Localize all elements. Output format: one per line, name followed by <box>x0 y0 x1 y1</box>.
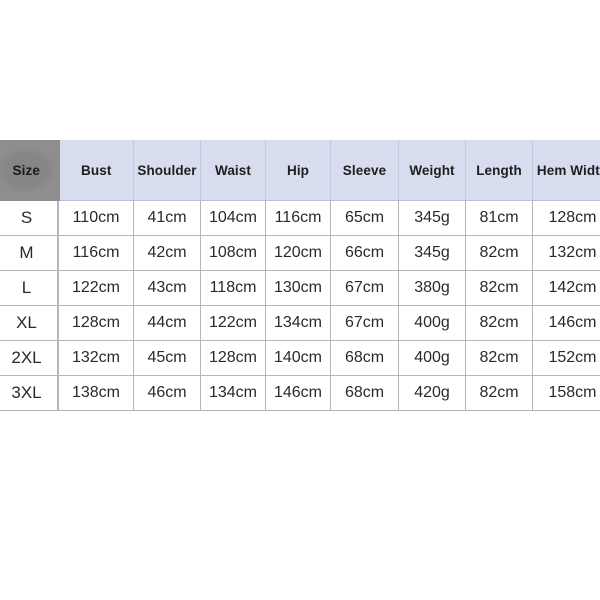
cell-bust: 132cm <box>58 340 134 376</box>
cell-weight: 400g <box>398 305 466 341</box>
table-row: S 110cm 41cm 104cm 116cm 65cm 345g 81cm … <box>0 200 600 236</box>
column-header-bust: Bust <box>58 140 134 201</box>
column-header-size: Size <box>0 140 60 201</box>
cell-hip: 134cm <box>265 305 331 341</box>
cell-hem-width: 128cm <box>532 200 600 236</box>
cell-sleeve: 65cm <box>330 200 399 236</box>
column-header-weight: Weight <box>398 140 466 201</box>
cell-weight: 345g <box>398 200 466 236</box>
cell-weight: 345g <box>398 235 466 271</box>
cell-size: 2XL <box>0 340 59 376</box>
cell-shoulder: 41cm <box>133 200 201 236</box>
cell-shoulder: 43cm <box>133 270 201 306</box>
cell-length: 82cm <box>465 375 533 411</box>
cell-hip: 130cm <box>265 270 331 306</box>
cell-shoulder: 44cm <box>133 305 201 341</box>
cell-length: 82cm <box>465 235 533 271</box>
cell-waist: 134cm <box>200 375 266 411</box>
cell-shoulder: 45cm <box>133 340 201 376</box>
table-row: 3XL 138cm 46cm 134cm 146cm 68cm 420g 82c… <box>0 375 600 411</box>
table-row: L 122cm 43cm 118cm 130cm 67cm 380g 82cm … <box>0 270 600 306</box>
cell-hem-width: 142cm <box>532 270 600 306</box>
cell-length: 82cm <box>465 270 533 306</box>
cell-bust: 138cm <box>58 375 134 411</box>
cell-waist: 122cm <box>200 305 266 341</box>
cell-waist: 118cm <box>200 270 266 306</box>
cell-hip: 140cm <box>265 340 331 376</box>
cell-bust: 110cm <box>58 200 134 236</box>
cell-sleeve: 66cm <box>330 235 399 271</box>
table-header: Size Bust Shoulder Waist Hip Sleeve Weig… <box>0 140 600 201</box>
cell-shoulder: 46cm <box>133 375 201 411</box>
cell-sleeve: 68cm <box>330 340 399 376</box>
cell-length: 81cm <box>465 200 533 236</box>
cell-weight: 380g <box>398 270 466 306</box>
column-header-waist: Waist <box>200 140 266 201</box>
cell-waist: 104cm <box>200 200 266 236</box>
column-header-hem-width: Hem Width <box>532 140 600 201</box>
cell-size: S <box>0 200 59 236</box>
cell-weight: 400g <box>398 340 466 376</box>
table-row: XL 128cm 44cm 122cm 134cm 67cm 400g 82cm… <box>0 305 600 341</box>
cell-hem-width: 158cm <box>532 375 600 411</box>
cell-hip: 120cm <box>265 235 331 271</box>
cell-bust: 122cm <box>58 270 134 306</box>
cell-bust: 116cm <box>58 235 134 271</box>
cell-sleeve: 67cm <box>330 270 399 306</box>
cell-waist: 128cm <box>200 340 266 376</box>
cell-size: M <box>0 235 59 271</box>
cell-hem-width: 132cm <box>532 235 600 271</box>
cell-shoulder: 42cm <box>133 235 201 271</box>
table-row: M 116cm 42cm 108cm 120cm 66cm 345g 82cm … <box>0 235 600 271</box>
cell-hem-width: 146cm <box>532 305 600 341</box>
cell-hip: 146cm <box>265 375 331 411</box>
column-header-hip: Hip <box>265 140 331 201</box>
cell-hip: 116cm <box>265 200 331 236</box>
cell-size: L <box>0 270 59 306</box>
column-header-length: Length <box>465 140 533 201</box>
column-header-sleeve: Sleeve <box>330 140 399 201</box>
table-body: S 110cm 41cm 104cm 116cm 65cm 345g 81cm … <box>0 200 600 411</box>
cell-bust: 128cm <box>58 305 134 341</box>
cell-length: 82cm <box>465 305 533 341</box>
cell-sleeve: 68cm <box>330 375 399 411</box>
cell-weight: 420g <box>398 375 466 411</box>
size-chart-table-container: Size Bust Shoulder Waist Hip Sleeve Weig… <box>0 140 600 411</box>
cell-hem-width: 152cm <box>532 340 600 376</box>
cell-size: 3XL <box>0 375 59 411</box>
table-header-row: Size Bust Shoulder Waist Hip Sleeve Weig… <box>0 140 600 201</box>
column-header-shoulder: Shoulder <box>133 140 201 201</box>
size-chart-table: Size Bust Shoulder Waist Hip Sleeve Weig… <box>0 140 600 411</box>
table-row: 2XL 132cm 45cm 128cm 140cm 68cm 400g 82c… <box>0 340 600 376</box>
cell-sleeve: 67cm <box>330 305 399 341</box>
column-header-size-label: Size <box>12 162 40 178</box>
cell-length: 82cm <box>465 340 533 376</box>
size-chart-page: Size Bust Shoulder Waist Hip Sleeve Weig… <box>0 0 600 600</box>
cell-size: XL <box>0 305 59 341</box>
cell-waist: 108cm <box>200 235 266 271</box>
